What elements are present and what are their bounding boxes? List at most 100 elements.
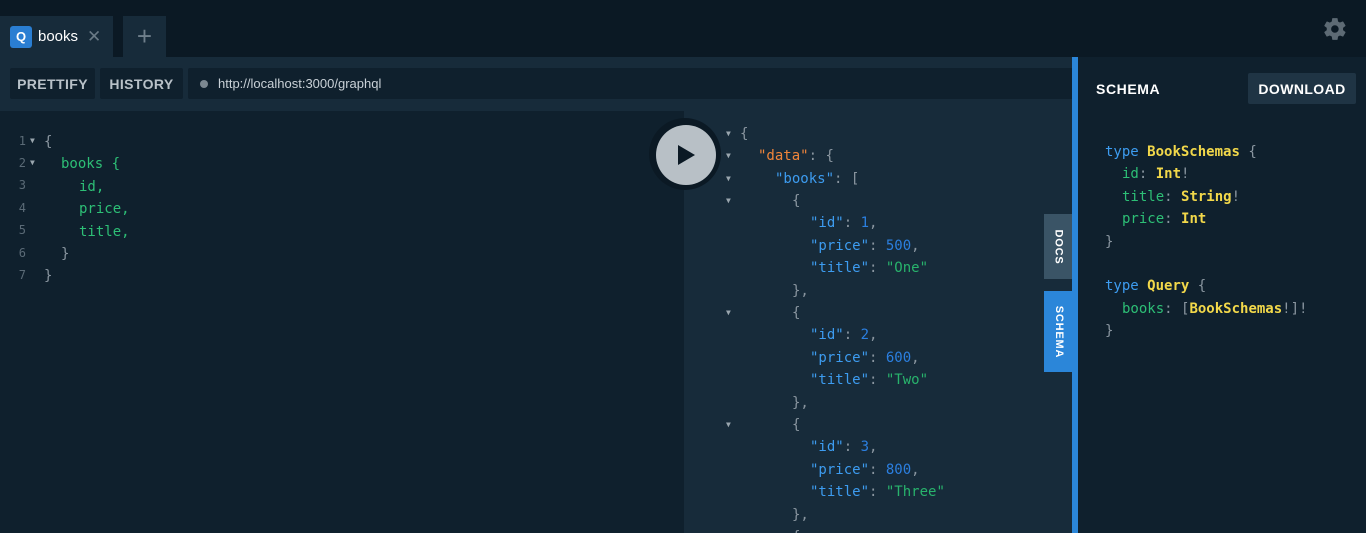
editor-line: price,: [79, 201, 130, 217]
close-icon[interactable]: ✕: [87, 28, 101, 45]
price-value: 600: [885, 350, 912, 366]
fold-arrow-icon[interactable]: ▼: [30, 152, 35, 174]
non-null-marker: !: [1231, 189, 1241, 205]
price-key: "price": [810, 462, 870, 478]
result-line: "data": {: [758, 145, 834, 167]
query-editor[interactable]: 1 ▼ { 2 ▼ books { 3 id, 4 price, 5 title…: [0, 111, 684, 533]
result-line: {: [792, 193, 801, 209]
field-name: books: [1122, 301, 1165, 317]
result-line: {: [792, 526, 800, 533]
id-key: "id": [810, 327, 844, 343]
line-number: 5: [18, 223, 26, 237]
endpoint-url-field[interactable]: http://localhost:3000/graphql: [188, 68, 1072, 99]
price-key: "price": [810, 238, 870, 254]
title-key: "title": [810, 372, 870, 388]
id-value: 2: [860, 327, 870, 343]
fold-arrow-icon[interactable]: ▼: [726, 190, 731, 212]
field-type: Int: [1181, 211, 1207, 227]
open-bracket: [: [850, 171, 860, 187]
schema-line: type BookSchemas {: [1105, 144, 1257, 160]
open-brace: {: [825, 148, 834, 164]
schema-line: type Query {: [1105, 278, 1207, 294]
docs-tab[interactable]: DOCS: [1044, 214, 1072, 279]
schema-field: books: [BookSchemas!]!: [1122, 301, 1308, 317]
type-name: BookSchemas: [1147, 144, 1240, 160]
query-badge-icon: Q: [10, 25, 32, 48]
field-type: Int: [1155, 166, 1182, 182]
new-tab-button[interactable]: +: [123, 16, 166, 57]
toolbar: PRETTIFY HISTORY http://localhost:3000/g…: [0, 57, 1072, 111]
fold-arrow-icon[interactable]: ▼: [726, 168, 731, 190]
schema-tab-label: SCHEMA: [1053, 305, 1065, 358]
plus-icon: +: [136, 21, 153, 51]
result-line: "price": 800,: [810, 462, 920, 478]
fold-arrow-icon[interactable]: ▼: [30, 130, 35, 152]
editor-line: id,: [79, 179, 105, 195]
result-line: "books": [: [775, 168, 859, 190]
title-value: "One": [885, 260, 929, 276]
result-line: "title": "Three": [810, 484, 945, 500]
schema-title: SCHEMA: [1096, 81, 1161, 97]
result-line: "price": 600,: [810, 350, 920, 366]
result-line: "title": "One": [810, 260, 929, 276]
title-key: "title": [810, 484, 870, 500]
play-icon: [678, 145, 695, 165]
schema-field: id: Int!: [1122, 166, 1190, 182]
fold-arrow-icon[interactable]: ▼: [726, 145, 731, 167]
field-type: String: [1181, 189, 1232, 205]
result-line: },: [792, 507, 809, 523]
result-line: {: [792, 305, 801, 321]
history-button[interactable]: HISTORY: [100, 68, 183, 99]
line-number: 4: [18, 201, 26, 215]
fold-arrow-icon[interactable]: ▼: [726, 414, 731, 436]
title-value: "Three": [885, 484, 945, 500]
field-name: price: [1122, 211, 1165, 227]
fold-arrow-icon[interactable]: ▼: [726, 123, 731, 145]
price-value: 800: [885, 462, 912, 478]
editor-line: books {: [61, 156, 121, 172]
type-name: Query: [1147, 278, 1190, 294]
id-value: 1: [860, 215, 870, 231]
download-button[interactable]: DOWNLOAD: [1248, 73, 1356, 104]
endpoint-url: http://localhost:3000/graphql: [218, 76, 382, 91]
schema-field: price: Int: [1122, 211, 1207, 227]
id-key: "id": [810, 215, 844, 231]
title-value: "Two": [885, 372, 929, 388]
line-number: 3: [18, 178, 26, 192]
colon: :: [808, 148, 818, 164]
editor-line: }: [44, 268, 53, 284]
prettify-button[interactable]: PRETTIFY: [10, 68, 95, 99]
type-keyword: type: [1105, 278, 1139, 294]
result-line: "id": 3,: [810, 439, 878, 455]
schema-line: }: [1105, 323, 1114, 339]
field-type: BookSchemas: [1189, 301, 1283, 317]
result-line: },: [792, 283, 809, 299]
schema-tab[interactable]: SCHEMA: [1044, 291, 1074, 372]
editor-line: }: [61, 246, 70, 262]
line-number: 6: [18, 246, 26, 260]
docs-tab-label: DOCS: [1052, 229, 1065, 264]
run-query-button[interactable]: [656, 125, 716, 185]
result-line: {: [792, 417, 801, 433]
result-line: "price": 500,: [810, 238, 920, 254]
type-keyword: type: [1105, 144, 1139, 160]
graphql-playground: Q books ✕ + PRETTIFY HISTORY http://loca…: [0, 0, 1366, 533]
fold-arrow-icon[interactable]: ▼: [726, 302, 731, 324]
gear-icon[interactable]: [1322, 16, 1348, 42]
result-viewer[interactable]: ▼ ▼ ▼ ▼ ▼ ▼ { "data": { "books": [ { "id…: [684, 111, 1072, 533]
result-line: "id": 2,: [810, 327, 878, 343]
id-value: 3: [860, 439, 870, 455]
books-key: "books": [775, 171, 835, 187]
data-key: "data": [758, 148, 809, 164]
title-key: "title": [810, 260, 870, 276]
tab-books[interactable]: Q books ✕: [0, 16, 113, 57]
colon: :: [834, 171, 843, 187]
schema-panel: SCHEMA DOWNLOAD type BookSchemas { id: I…: [1078, 57, 1366, 533]
field-name: title: [1122, 189, 1165, 205]
line-number: 1: [18, 134, 26, 148]
price-value: 500: [885, 238, 912, 254]
result-line: "title": "Two": [810, 372, 929, 388]
result-line: "id": 1,: [810, 215, 878, 231]
tab-bar: Q books ✕ +: [0, 0, 1366, 57]
connection-status-dot: [200, 79, 208, 88]
